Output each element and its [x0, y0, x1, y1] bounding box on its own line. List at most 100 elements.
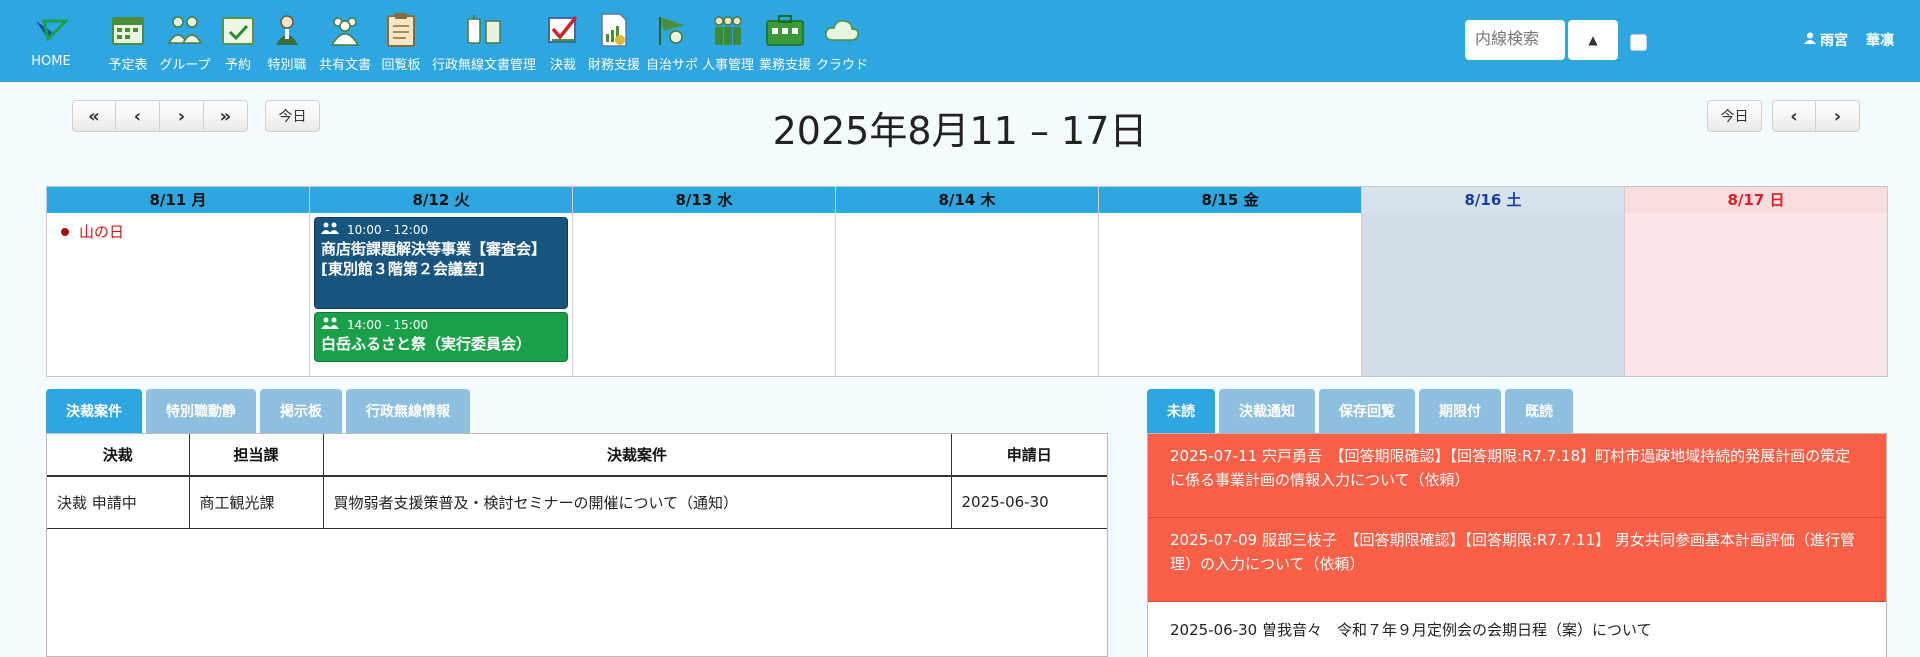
day-header: 8/13 水 — [573, 187, 835, 213]
event-title: 商店街課題解決等事業【審査会】[東別館３階第２会議室] — [321, 240, 547, 278]
approval-table: 決裁 担当課 決裁案件 申請日 決裁 申請中 商工観光課 買物弱者支援策普及・検… — [47, 434, 1107, 529]
reservation-calendar-icon — [221, 8, 255, 52]
tab-saved-circulars[interactable]: 保存回覧 — [1319, 389, 1415, 433]
nav-business-support[interactable]: 業務支援 — [756, 8, 814, 73]
group-people-icon — [321, 222, 341, 237]
group-people-icon — [166, 8, 204, 52]
event-time-row: 10:00 - 12:00 — [321, 222, 561, 237]
week-calendar: 8/11 月 山の日 8/12 火 10:00 - 12:00 商店街課題解決等… — [46, 186, 1888, 377]
clipboard-icon — [386, 8, 416, 52]
event-time: 10:00 - 12:00 — [347, 222, 429, 237]
nav-schedule[interactable]: 予定表 — [102, 8, 154, 73]
search-checkbox[interactable] — [1630, 34, 1647, 51]
briefcase-icon — [765, 8, 805, 52]
extension-search-input[interactable] — [1465, 20, 1565, 60]
day-header: 8/16 土 — [1362, 187, 1624, 213]
day-column-sat[interactable]: 8/16 土 — [1362, 187, 1625, 376]
tab-read[interactable]: 既読 — [1505, 389, 1573, 433]
user-icon — [1804, 32, 1816, 48]
finance-document-icon — [598, 8, 630, 52]
day-header: 8/11 月 — [47, 187, 309, 213]
today-button-right[interactable]: 今日 — [1707, 100, 1762, 132]
holiday-dot-icon — [61, 227, 69, 236]
calendar-event[interactable]: 10:00 - 12:00 商店街課題解決等事業【審査会】[東別館３階第２会議室… — [314, 217, 568, 309]
holiday-label: 山の日 — [61, 221, 124, 242]
user-surname: 雨宮 — [1820, 33, 1848, 49]
notice-list-panel: 2025-07-11 宍戸勇吾 【回答期限確認】【回答期限:R7.7.18】町村… — [1147, 433, 1887, 657]
cell-department: 商工観光課 — [189, 476, 324, 529]
approval-table-panel: 決裁 担当課 決裁案件 申請日 決裁 申請中 商工観光課 買物弱者支援策普及・検… — [46, 433, 1108, 657]
nav-reservation[interactable]: 予約 — [216, 8, 260, 73]
user-given-name: 華凛 — [1866, 33, 1894, 49]
nav-group[interactable]: グループ — [154, 8, 216, 73]
nav-shared-docs[interactable]: 共有文書 — [314, 8, 376, 73]
day-header: 8/17 日 — [1625, 187, 1887, 213]
nav-label: グループ — [159, 58, 211, 73]
nav-hr[interactable]: 人事管理 — [700, 8, 756, 73]
list-item[interactable]: 2025-06-30 曽我音々 令和７年９月定例会の会期日程（案）について — [1148, 602, 1886, 657]
day-column-tue[interactable]: 8/12 火 10:00 - 12:00 商店街課題解決等事業【審査会】[東別館… — [310, 187, 573, 376]
home-logo-icon — [34, 8, 68, 52]
event-time: 14:00 - 15:00 — [347, 317, 429, 332]
nav-home-label: HOME — [31, 54, 71, 69]
radio-document-icon — [464, 8, 504, 52]
day-column-sun[interactable]: 8/17 日 — [1625, 187, 1887, 376]
cell-date: 2025-06-30 — [951, 476, 1107, 529]
support-flag-icon — [654, 8, 690, 52]
event-title: 白岳ふるさと祭（実行委員会） — [321, 335, 532, 353]
cell-case-title[interactable]: 買物弱者支援策普及・検討セミナーの開催について（通知） — [323, 476, 952, 529]
nav-jichi-support[interactable]: 自治サポ — [644, 8, 700, 73]
nav-radio-docs[interactable]: 行政無線文書管理 — [426, 8, 542, 73]
column-header: 担当課 — [189, 434, 324, 477]
tab-radio-info[interactable]: 行政無線情報 — [346, 389, 470, 433]
nav-label: 回覧板 — [381, 58, 421, 73]
nav-label: 自治サポ — [645, 58, 698, 73]
table-row[interactable]: 決裁 申請中 商工観光課 買物弱者支援策普及・検討セミナーの開催について（通知）… — [47, 476, 1107, 529]
next-week-button-right[interactable]: › — [1816, 100, 1860, 132]
nav-approval[interactable]: 決裁 — [542, 8, 584, 73]
updown-chevron-icon: ▲ — [1588, 33, 1598, 47]
calendar-event[interactable]: 14:00 - 15:00 白岳ふるさと祭（実行委員会） — [314, 312, 568, 362]
nav-label: 特別職 — [267, 58, 307, 73]
tab-special-staff-status[interactable]: 特別職動静 — [146, 389, 256, 433]
approval-checkmark-icon — [546, 8, 580, 52]
cell-status: 決裁 申請中 — [47, 476, 190, 529]
user-menu[interactable]: 雨宮 華凛 — [1804, 30, 1894, 50]
nav-label: 人事管理 — [701, 58, 754, 73]
tab-approval-cases[interactable]: 決裁案件 — [46, 389, 142, 433]
prev-week-button-right[interactable]: ‹ — [1772, 100, 1816, 132]
calendar-title: 2025年8月11 – 17日 — [772, 109, 1148, 153]
top-navigation-bar: HOME 予定表 グループ 予約 特別職 共有文書 回覧板 行政無線文書管理 決… — [0, 0, 1920, 82]
nav-label: クラウド — [815, 58, 868, 73]
column-header: 決裁 — [47, 434, 190, 477]
holiday-name: 山の日 — [79, 223, 125, 241]
day-column-mon[interactable]: 8/11 月 山の日 — [47, 187, 310, 376]
day-column-fri[interactable]: 8/15 金 — [1099, 187, 1362, 376]
main-nav: HOME 予定表 グループ 予約 特別職 共有文書 回覧板 行政無線文書管理 決… — [24, 8, 870, 73]
group-people-icon — [321, 317, 341, 332]
nav-finance[interactable]: 財務支援 — [584, 8, 644, 73]
tab-unread[interactable]: 未読 — [1147, 389, 1215, 433]
right-tabs: 未読 決裁通知 保存回覧 期限付 既読 — [1147, 389, 1573, 433]
tab-approval-notice[interactable]: 決裁通知 — [1219, 389, 1315, 433]
search-type-select[interactable]: ▲ — [1568, 20, 1618, 60]
nav-special-staff[interactable]: 特別職 — [260, 8, 314, 73]
nav-home[interactable]: HOME — [24, 8, 78, 69]
nav-label: 予定表 — [108, 58, 148, 73]
nav-cloud[interactable]: クラウド — [814, 8, 870, 73]
day-header: 8/15 金 — [1099, 187, 1361, 213]
day-column-thu[interactable]: 8/14 木 — [836, 187, 1099, 376]
list-item[interactable]: 2025-07-09 服部三枝子 【回答期限確認】【回答期限:R7.7.11】 … — [1148, 518, 1886, 602]
list-item[interactable]: 2025-07-11 宍戸勇吾 【回答期限確認】【回答期限:R7.7.18】町村… — [1148, 434, 1886, 518]
nav-label: 行政無線文書管理 — [431, 58, 536, 73]
tab-with-deadline[interactable]: 期限付 — [1419, 389, 1501, 433]
column-header: 申請日 — [951, 434, 1107, 477]
left-tabs: 決裁案件 特別職動静 掲示板 行政無線情報 — [46, 389, 470, 433]
cloud-icon — [824, 8, 860, 52]
day-column-wed[interactable]: 8/13 水 — [573, 187, 836, 376]
nav-circular[interactable]: 回覧板 — [376, 8, 426, 73]
tab-bulletin-board[interactable]: 掲示板 — [260, 389, 342, 433]
shared-documents-icon — [328, 8, 362, 52]
nav-label: 予約 — [224, 58, 251, 73]
special-staff-icon — [270, 8, 304, 52]
